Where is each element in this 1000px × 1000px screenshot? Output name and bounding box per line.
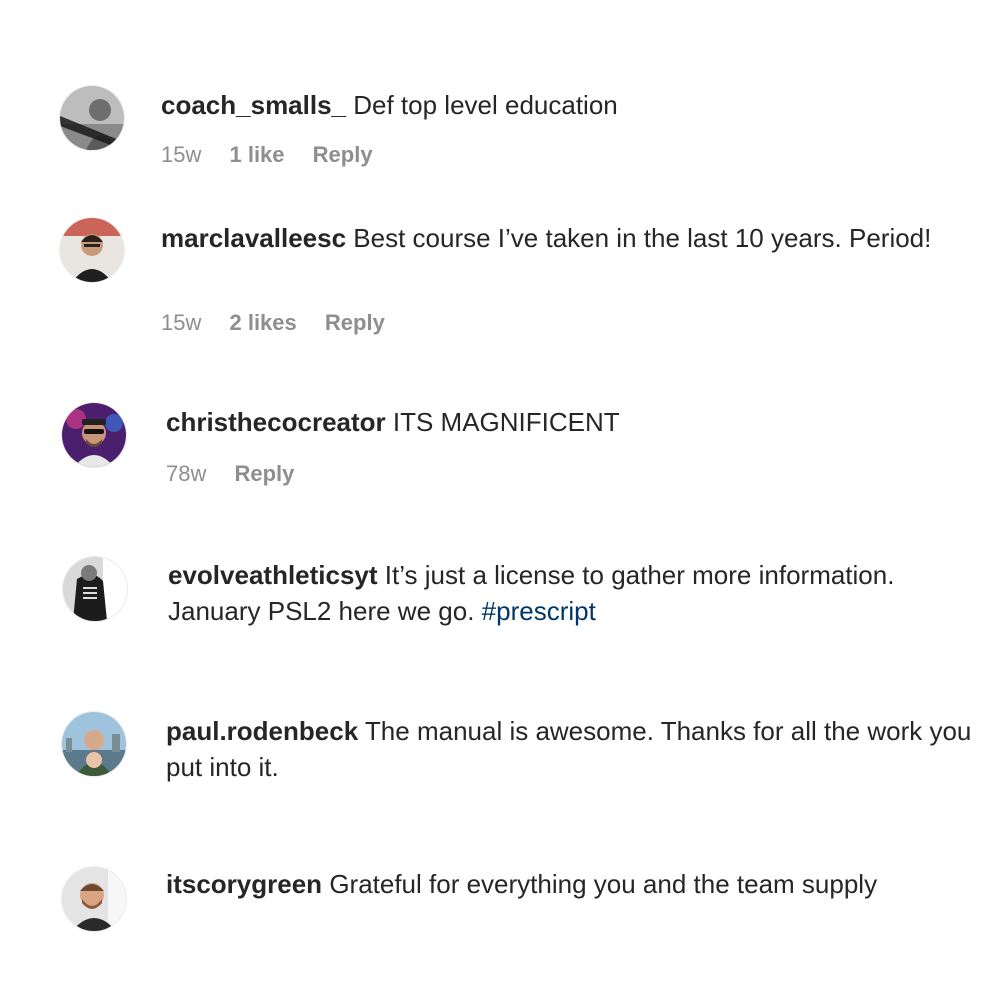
- user-photo-icon: [60, 86, 124, 150]
- avatar[interactable]: [60, 218, 124, 282]
- user-photo-icon: [63, 557, 127, 621]
- user-photo-icon: [62, 712, 126, 776]
- user-photo-icon: [62, 867, 126, 931]
- avatar[interactable]: [62, 712, 126, 776]
- comment-likes[interactable]: 2 likes: [229, 310, 296, 335]
- comment-username[interactable]: evolveathleticsyt: [168, 560, 378, 590]
- comment-text: Best course I’ve taken in the last 10 ye…: [353, 223, 932, 253]
- comment-text: Grateful for everything you and the team…: [329, 869, 878, 899]
- avatar[interactable]: [60, 86, 124, 150]
- comment-username[interactable]: coach_smalls_: [161, 90, 346, 120]
- avatar[interactable]: [62, 867, 126, 931]
- comment-text: ITS MAGNIFICENT: [392, 407, 620, 437]
- comment-username[interactable]: paul.rodenbeck: [166, 716, 358, 746]
- comment-timestamp[interactable]: 15w: [161, 310, 201, 335]
- comment-username[interactable]: christhecocreator: [166, 407, 386, 437]
- comment-username[interactable]: marclavalleesc: [161, 223, 346, 253]
- reply-button[interactable]: Reply: [325, 310, 385, 335]
- comment-text: Def top level education: [353, 90, 618, 120]
- user-photo-icon: [60, 218, 124, 282]
- avatar[interactable]: [63, 557, 127, 621]
- hashtag-link[interactable]: #prescript: [482, 596, 596, 626]
- comment-timestamp[interactable]: 78w: [166, 461, 206, 486]
- comments-list: coach_smalls_ Def top level education 15…: [0, 0, 1000, 1000]
- comment-username[interactable]: itscorygreen: [166, 869, 322, 899]
- comment-timestamp[interactable]: 15w: [161, 142, 201, 167]
- reply-button[interactable]: Reply: [313, 142, 373, 167]
- avatar[interactable]: [62, 403, 126, 467]
- comment-likes[interactable]: 1 like: [229, 142, 284, 167]
- user-photo-icon: [62, 403, 126, 467]
- reply-button[interactable]: Reply: [234, 461, 294, 486]
